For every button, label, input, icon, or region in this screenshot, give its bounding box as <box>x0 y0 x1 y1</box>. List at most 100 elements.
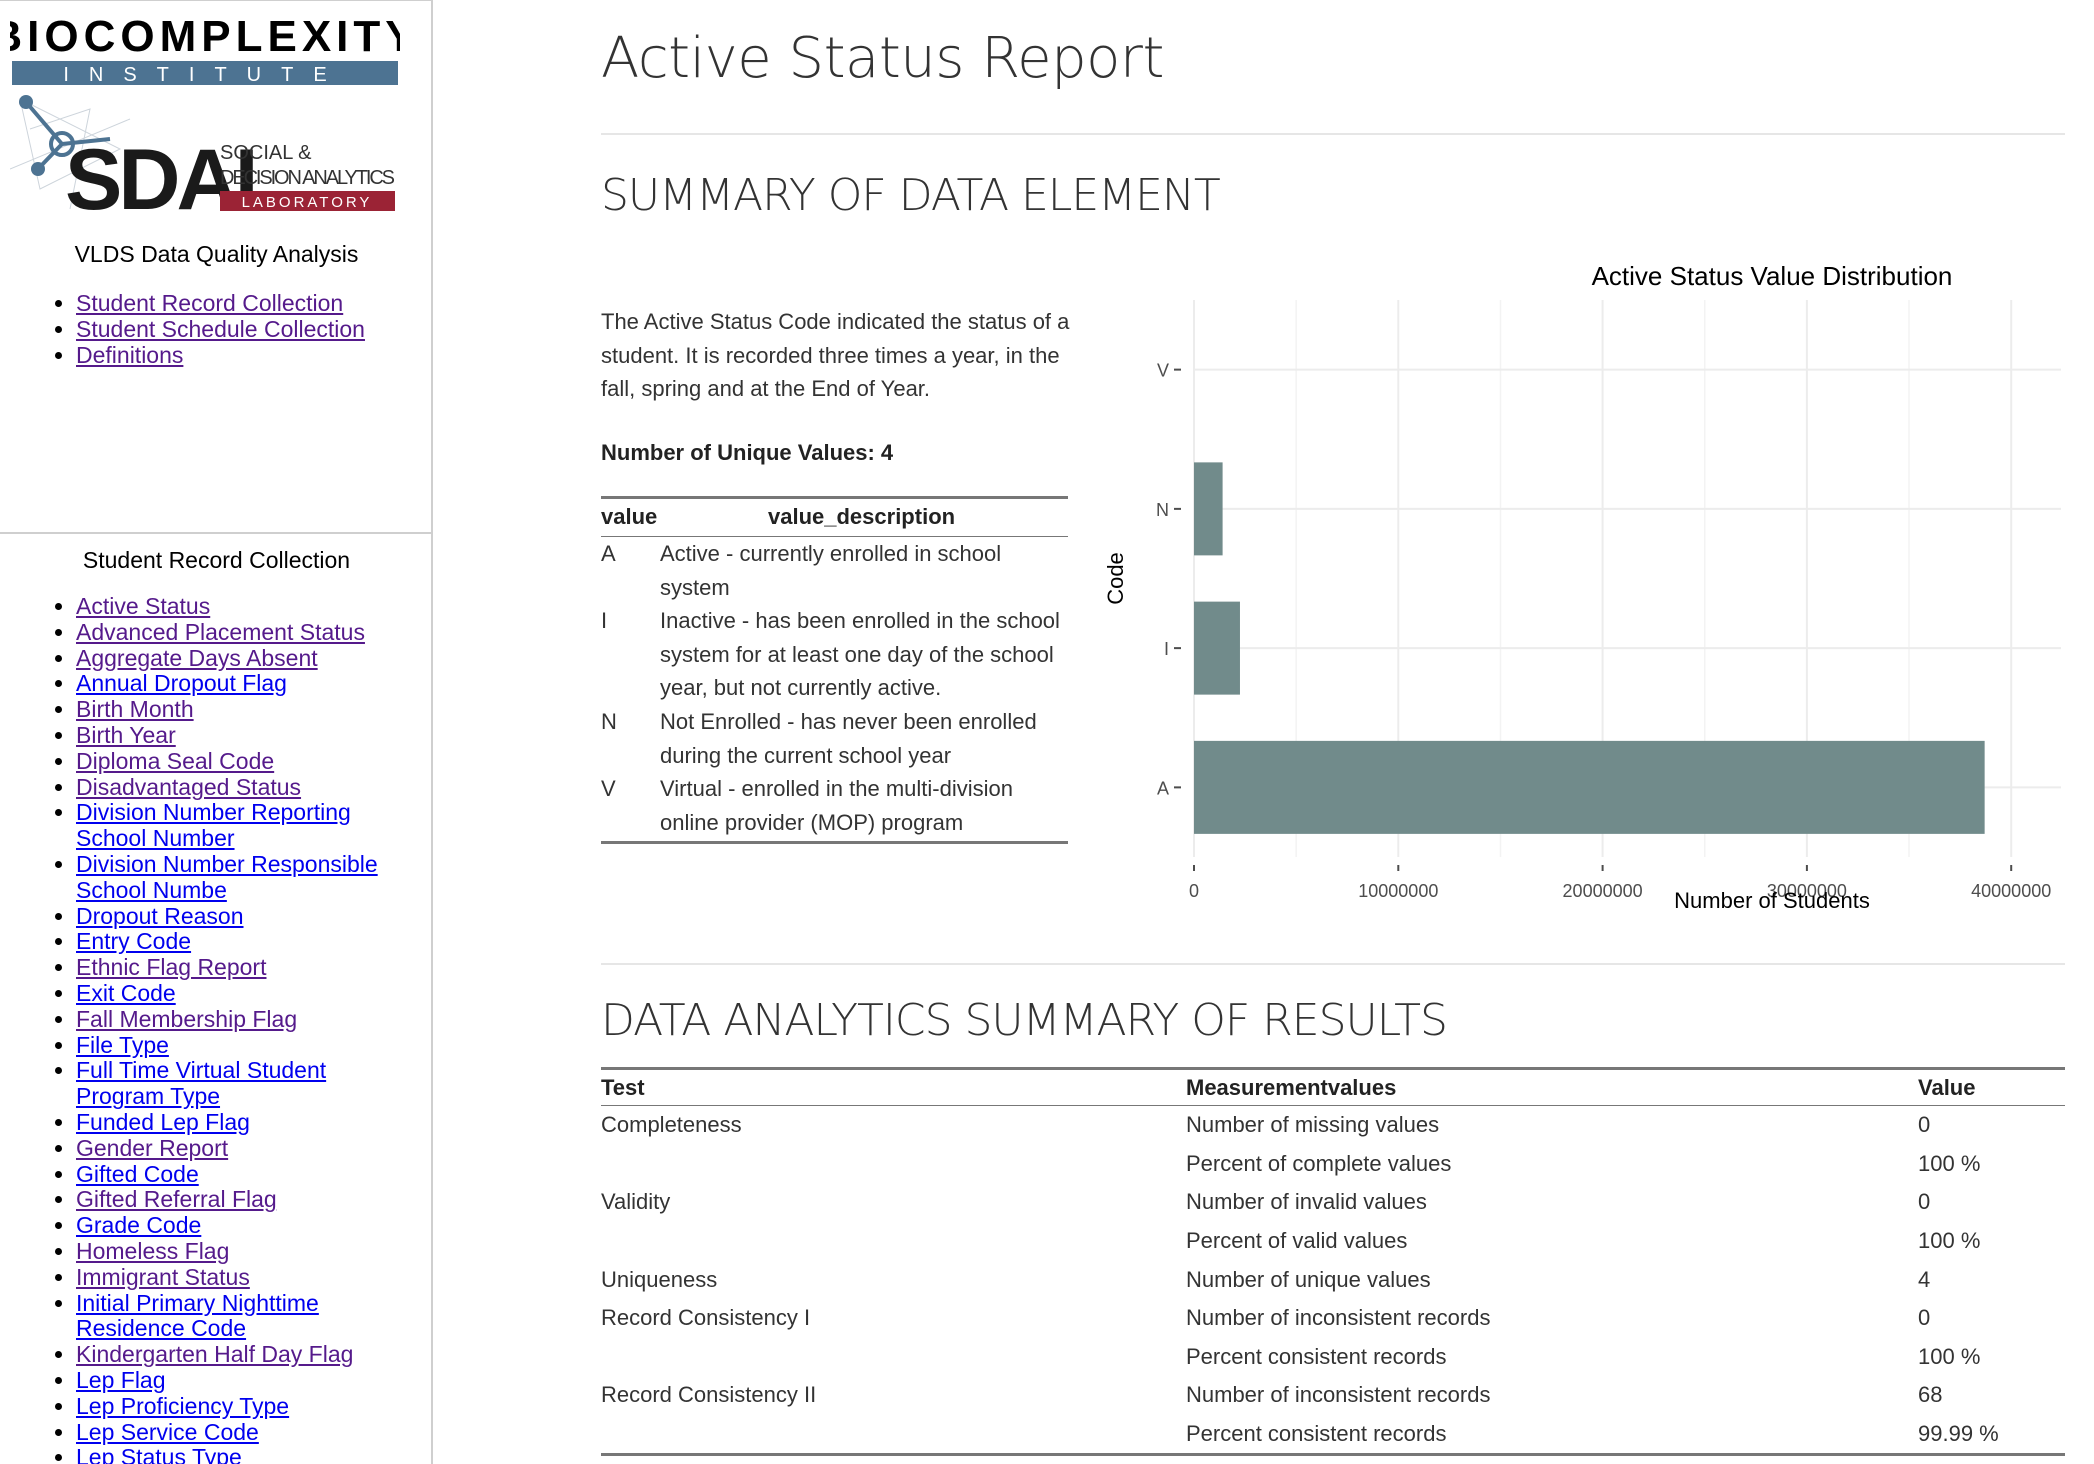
sidebar-link-line: Division Number Reporting <box>76 799 351 826</box>
sidebar-link-file-type[interactable]: File Type <box>76 1032 169 1058</box>
bar-i <box>1194 601 1240 695</box>
value-description-cell: Active - currently enrolled in school sy… <box>660 541 1002 600</box>
sidebar-link-immigrant-status[interactable]: Immigrant Status <box>76 1264 250 1290</box>
sidebar-list-item: Diploma Seal Code <box>76 748 378 775</box>
value-description-cell: Not Enrolled - has never been enrolled d… <box>660 708 1037 768</box>
test-cell: Record Consistency II <box>601 1382 817 1408</box>
results-table: Test Measurementvalues Value Completenes… <box>601 1067 2065 1457</box>
sidebar-link-lep-proficiency-type[interactable]: Lep Proficiency Type <box>76 1393 289 1419</box>
sidebar-link-active-status[interactable]: Active Status <box>76 593 210 619</box>
sidebar-list-item: Division Number ResponsibleSchool Numbe <box>76 851 378 904</box>
measurement-cell: Percent consistent records <box>1186 1414 1918 1457</box>
sidebar-list-item: Lep Status Type <box>76 1444 378 1464</box>
element-description: The Active Status Code indicated the sta… <box>601 309 1070 401</box>
sidebar-link-aggregate-days-absent[interactable]: Aggregate Days Absent <box>76 645 318 671</box>
svg-text:DECISION ANALYTICS: DECISION ANALYTICS <box>220 167 395 189</box>
sidebar: BIOCOMPLEXITY INSTITUTE SDAL SOCIAL & DE… <box>0 0 433 1464</box>
sidebar-link-homeless-flag[interactable]: Homeless Flag <box>76 1238 229 1264</box>
sidebar-link-lep-service-code[interactable]: Lep Service Code <box>76 1419 259 1445</box>
sidebar-link-gifted-code[interactable]: Gifted Code <box>76 1161 199 1187</box>
sidebar-link-student-record-collection[interactable]: Student Record Collection <box>76 290 343 316</box>
sidebar-list-item: Ethnic Flag Report <box>76 954 378 981</box>
test-column-header: Test <box>601 1067 1186 1106</box>
value-cell: 0 <box>1918 1112 1931 1138</box>
sidebar-link-fall-membership-flag[interactable]: Fall Membership Flag <box>76 1006 297 1032</box>
value-description-cell: Inactive - has been enrolled in the scho… <box>660 608 1060 701</box>
sidebar-link-advanced-placement-status[interactable]: Advanced Placement Status <box>76 619 365 645</box>
x-axis-label: Number of Students <box>1674 888 1870 913</box>
test-cell: Completeness <box>601 1112 742 1138</box>
value-table-row: V Virtual - enrolled in the multi-divisio… <box>601 772 1068 845</box>
sidebar-list-item: Gifted Code <box>76 1161 378 1188</box>
sidebar-link-annual-dropout-flag[interactable]: Annual Dropout Flag <box>76 670 287 696</box>
sidebar-link-exit-code[interactable]: Exit Code <box>76 980 176 1006</box>
measurement-column-header: Measurementvalues <box>1186 1067 1918 1106</box>
sidebar-list-item: Definitions <box>76 342 365 369</box>
description-column-header: value_description <box>660 496 1068 537</box>
sidebar-list-item: Kindergarten Half Day Flag <box>76 1341 378 1368</box>
x-tick-label: 10000000 <box>1358 881 1438 901</box>
value-table-header: value value_description <box>601 496 1068 537</box>
sidebar-link-kindergarten-half-day-flag[interactable]: Kindergarten Half Day Flag <box>76 1341 353 1367</box>
sidebar-list-item: Immigrant Status <box>76 1264 378 1291</box>
sidebar-list-item: Grade Code <box>76 1212 378 1239</box>
value-code-cell: N <box>601 708 617 734</box>
sidebar-link-birth-month[interactable]: Birth Month <box>76 696 194 722</box>
sidebar-list-item: Aggregate Days Absent <box>76 645 378 672</box>
sidebar-link-birth-year[interactable]: Birth Year <box>76 722 176 748</box>
section-divider <box>601 963 2065 965</box>
measurement-cell: Number of missing values <box>1186 1112 1440 1138</box>
sidebar-link-initial-primary-nighttime-residence-code[interactable]: Initial Primary Nighttime Residence Code <box>76 1290 319 1342</box>
value-cell: 68 <box>1918 1382 1943 1408</box>
results-table-row: Percent consistent records 99.99 % <box>601 1414 2065 1457</box>
bar-a <box>1194 740 1985 834</box>
sidebar-link-diploma-seal-code[interactable]: Diploma Seal Code <box>76 748 274 774</box>
bar-n <box>1194 462 1223 556</box>
sidebar-list-item: Lep Service Code <box>76 1419 378 1446</box>
sidebar-list-item: Exit Code <box>76 980 378 1007</box>
sidebar-link-full-time-virtual-student-program-type[interactable]: Full Time Virtual Student Program Type <box>76 1057 326 1109</box>
sidebar-link-lep-status-type[interactable]: Lep Status Type <box>76 1444 242 1464</box>
value-description-cell: Virtual - enrolled in the multi-division… <box>660 772 1068 845</box>
results-table-row: Percent consistent records 100 % <box>601 1338 2065 1377</box>
sidebar-link-definitions[interactable]: Definitions <box>76 342 183 368</box>
sidebar-link-division-number-reporting-school-number[interactable]: Division Number Reporting School Number <box>76 799 351 851</box>
value-cell: 100 % <box>1918 1343 1981 1369</box>
sidebar-link-dropout-reason[interactable]: Dropout Reason <box>76 903 244 929</box>
sidebar-list-item: Dropout Reason <box>76 903 378 930</box>
sidebar-link-lep-flag[interactable]: Lep Flag <box>76 1367 166 1393</box>
sidebar-list-item: File Type <box>76 1032 378 1059</box>
sidebar-link-gender-report[interactable]: Gender Report <box>76 1135 228 1161</box>
sidebar-link-line: School Number <box>76 825 235 852</box>
x-tick-label: 0 <box>1189 881 1199 901</box>
sidebar-app-title: VLDS Data Quality Analysis <box>74 241 359 267</box>
sidebar-link-entry-code[interactable]: Entry Code <box>76 928 191 954</box>
sidebar-link-gifted-referral-flag[interactable]: Gifted Referral Flag <box>76 1186 277 1212</box>
sidebar-link-student-schedule-collection[interactable]: Student Schedule Collection <box>76 316 365 342</box>
y-tick-label: A <box>1157 778 1169 798</box>
title-divider <box>601 133 2065 135</box>
sidebar-link-grade-code[interactable]: Grade Code <box>76 1212 201 1238</box>
sidebar-link-division-number-responsible-school-numbe[interactable]: Division Number Responsible School Numbe <box>76 851 378 903</box>
page-title: Active Status Report <box>601 26 1164 91</box>
sidebar-list-item: Entry Code <box>76 928 378 955</box>
unique-values-count: Number of Unique Values: 4 <box>601 440 894 465</box>
test-cell <box>601 1414 1186 1457</box>
active-status-chart: AINV0 10000000 20000000 30000000 40000000Act… <box>1103 265 2061 913</box>
value-code-cell: A <box>601 541 616 566</box>
sidebar-link-disadvantaged-status[interactable]: Disadvantaged Status <box>76 774 301 800</box>
sidebar-list-item: Division Number ReportingSchool Number <box>76 799 378 852</box>
sidebar-link-funded-lep-flag[interactable]: Funded Lep Flag <box>76 1109 250 1135</box>
value-cell: 100 % <box>1918 1228 1981 1254</box>
sidebar-list-item: Birth Month <box>76 696 378 723</box>
sidebar-link-ethnic-flag-report[interactable]: Ethnic Flag Report <box>76 954 266 980</box>
svg-text:BIOCOMPLEXITY: BIOCOMPLEXITY <box>10 12 400 61</box>
y-tick-label: V <box>1157 361 1169 381</box>
y-axis-label: Code <box>1103 552 1128 605</box>
measurement-cell: Percent of valid values <box>1186 1228 1408 1254</box>
svg-text:SOCIAL &: SOCIAL & <box>220 142 312 164</box>
y-tick-label: N <box>1156 500 1169 520</box>
measurement-cell: Number of invalid values <box>1186 1189 1427 1215</box>
chart-title: Active Status Value Distribution <box>1592 265 1953 291</box>
sidebar-list-item: Disadvantaged Status <box>76 774 378 801</box>
